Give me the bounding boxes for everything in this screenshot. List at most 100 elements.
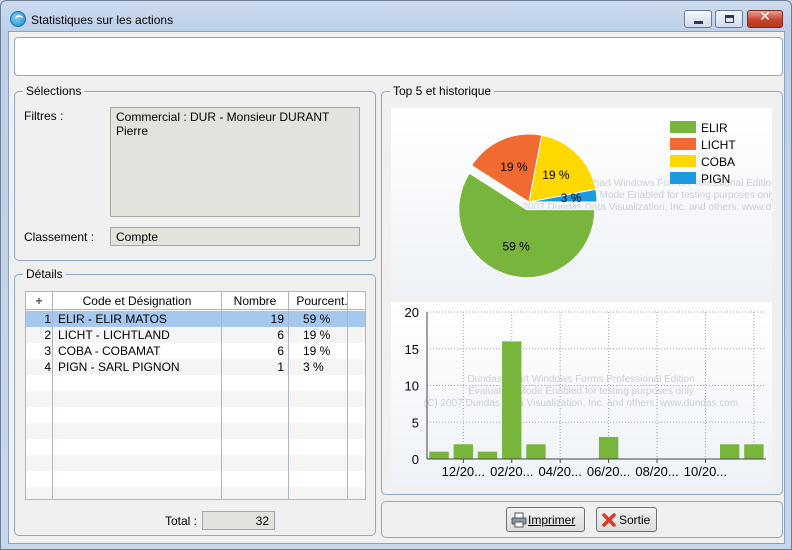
col-divider — [52, 292, 53, 499]
table-row[interactable] — [26, 439, 365, 455]
cell-nombre: 6 — [277, 344, 284, 358]
history-bar-chart: Dundas Chart Windows Forms Professional … — [405, 305, 766, 479]
history-bar — [598, 436, 619, 459]
pie-data-label: 3 % — [561, 191, 582, 205]
actions-group: Imprimer Sortie — [381, 501, 783, 538]
x-tick-label: 08/20... — [635, 464, 678, 479]
table-row[interactable]: 2 LICHT - LICHTLAND 6 19 % — [26, 327, 365, 343]
row-index: 3 — [44, 344, 51, 358]
x-tick-label: 12/20... — [442, 464, 485, 479]
table-row[interactable]: 4 PIGN - SARL PIGNON 1 3 % — [26, 359, 365, 375]
window-client-area: Sélections Filtres : Commercial : DUR - … — [8, 31, 792, 544]
row-index: 4 — [44, 360, 51, 374]
table-row[interactable] — [26, 487, 365, 499]
sortie-label: Sortie — [619, 513, 651, 527]
col-header-pourcent[interactable]: Pourcent. — [289, 294, 355, 308]
y-tick-label: 5 — [412, 415, 419, 430]
sortie-button[interactable]: Sortie — [596, 507, 657, 532]
legend-label: LICHT — [701, 138, 736, 152]
watermark-text: Dundas Chart Windows Forms Professional … — [467, 374, 694, 385]
top5-label: Top 5 et historique — [390, 84, 495, 98]
legend-swatch-elir — [670, 121, 696, 133]
legend-label: ELIR — [701, 121, 728, 135]
cell-designation: PIGN - SARL PIGNON — [58, 360, 180, 374]
details-label: Détails — [23, 267, 66, 281]
add-row-icon[interactable]: + — [29, 294, 49, 308]
classement-field: Compte — [110, 227, 360, 246]
table-row[interactable] — [26, 407, 365, 423]
legend-label: PIGN — [701, 172, 730, 186]
legend-swatch-coba — [670, 155, 696, 167]
cell-nombre: 19 — [270, 312, 284, 326]
cell-pourcent: 19 % — [303, 344, 331, 358]
history-bar — [526, 444, 546, 459]
legend-swatch-licht — [670, 138, 696, 150]
history-bar — [429, 451, 449, 459]
history-bar — [477, 451, 498, 459]
top-info-bar — [14, 37, 783, 76]
history-bar — [453, 444, 474, 459]
watermark: Dundas Chart Windows Forms Professional … — [424, 374, 738, 409]
filtres-field: Commercial : DUR - Monsieur DURANT Pierr… — [110, 107, 360, 217]
pie-data-label: 59 % — [502, 239, 530, 253]
table-row[interactable] — [26, 375, 365, 391]
close-x-icon — [602, 513, 616, 527]
cell-designation: COBA - COBAMAT — [58, 344, 161, 358]
y-tick-label: 15 — [405, 342, 419, 357]
selections-label: Sélections — [23, 84, 85, 98]
history-bar — [502, 341, 522, 459]
legend-swatch-pign — [670, 172, 696, 184]
stats-window: Statistiques sur les actions ✕ Sélection… — [0, 0, 792, 550]
x-tick-label: 06/20... — [587, 464, 630, 479]
x-tick-label: 10/20... — [684, 464, 727, 479]
cell-nombre: 6 — [277, 328, 284, 342]
imprimer-label: Imprimer — [528, 513, 576, 527]
table-row[interactable] — [26, 391, 365, 407]
table-row[interactable] — [26, 455, 365, 471]
grid-header: + Code et Désignation Nombre Pourcent. — [26, 292, 365, 310]
maximize-button[interactable] — [715, 10, 743, 28]
cell-pourcent: 19 % — [303, 328, 331, 342]
cell-designation: ELIR - ELIR MATOS — [58, 312, 167, 326]
table-row[interactable]: 3 COBA - COBAMAT 6 19 % — [26, 343, 365, 359]
pie-data-label: 19 % — [542, 168, 570, 182]
minimize-button[interactable] — [684, 10, 712, 28]
close-button[interactable]: ✕ — [747, 9, 783, 28]
app-logo-icon — [10, 11, 26, 27]
bar-chart-panel: Dundas Chart Windows Forms Professional … — [391, 302, 772, 485]
x-tick-label: 02/20... — [490, 464, 533, 479]
history-bar — [719, 444, 740, 459]
row-index: 2 — [44, 328, 51, 342]
table-row[interactable] — [26, 471, 365, 487]
pie-chart: Dundas Chart Windows Forms Professional … — [458, 121, 792, 279]
table-row[interactable] — [26, 423, 365, 439]
watermark-text: (C) 2007 Dundas Data Visualization, Inc.… — [424, 398, 738, 409]
col-divider — [221, 292, 222, 499]
window-title: Statistiques sur les actions — [31, 13, 174, 27]
x-tick-label: 04/20... — [538, 464, 581, 479]
col-divider — [288, 292, 289, 499]
selections-group: Sélections Filtres : Commercial : DUR - … — [14, 84, 376, 261]
col-header-designation[interactable]: Code et Désignation — [53, 294, 221, 308]
y-tick-label: 20 — [405, 305, 419, 320]
y-tick-label: 10 — [405, 379, 419, 394]
details-grid[interactable]: + Code et Désignation Nombre Pourcent. 1… — [25, 291, 366, 500]
cell-nombre: 1 — [277, 360, 284, 374]
minimize-icon — [694, 21, 703, 24]
row-index: 1 — [44, 312, 51, 326]
filtres-label: Filtres : — [24, 109, 64, 123]
printer-icon — [511, 512, 527, 528]
total-field: 32 — [202, 511, 275, 530]
col-header-nombre[interactable]: Nombre — [222, 294, 288, 308]
col-divider — [347, 292, 348, 499]
table-row[interactable]: 1 ELIR - ELIR MATOS 19 59 % — [26, 311, 365, 327]
legend-label: COBA — [701, 155, 735, 169]
cell-pourcent: 3 % — [303, 360, 324, 374]
cell-pourcent: 59 % — [303, 312, 331, 326]
history-bar — [744, 444, 764, 459]
details-group: Détails + Code et Désignation Nombre Pou… — [14, 267, 376, 536]
imprimer-button[interactable]: Imprimer — [506, 507, 585, 532]
title-bar[interactable]: Statistiques sur les actions ✕ — [1, 1, 791, 31]
cell-designation: LICHT - LICHTLAND — [58, 328, 170, 342]
total-label: Total : — [165, 514, 198, 528]
